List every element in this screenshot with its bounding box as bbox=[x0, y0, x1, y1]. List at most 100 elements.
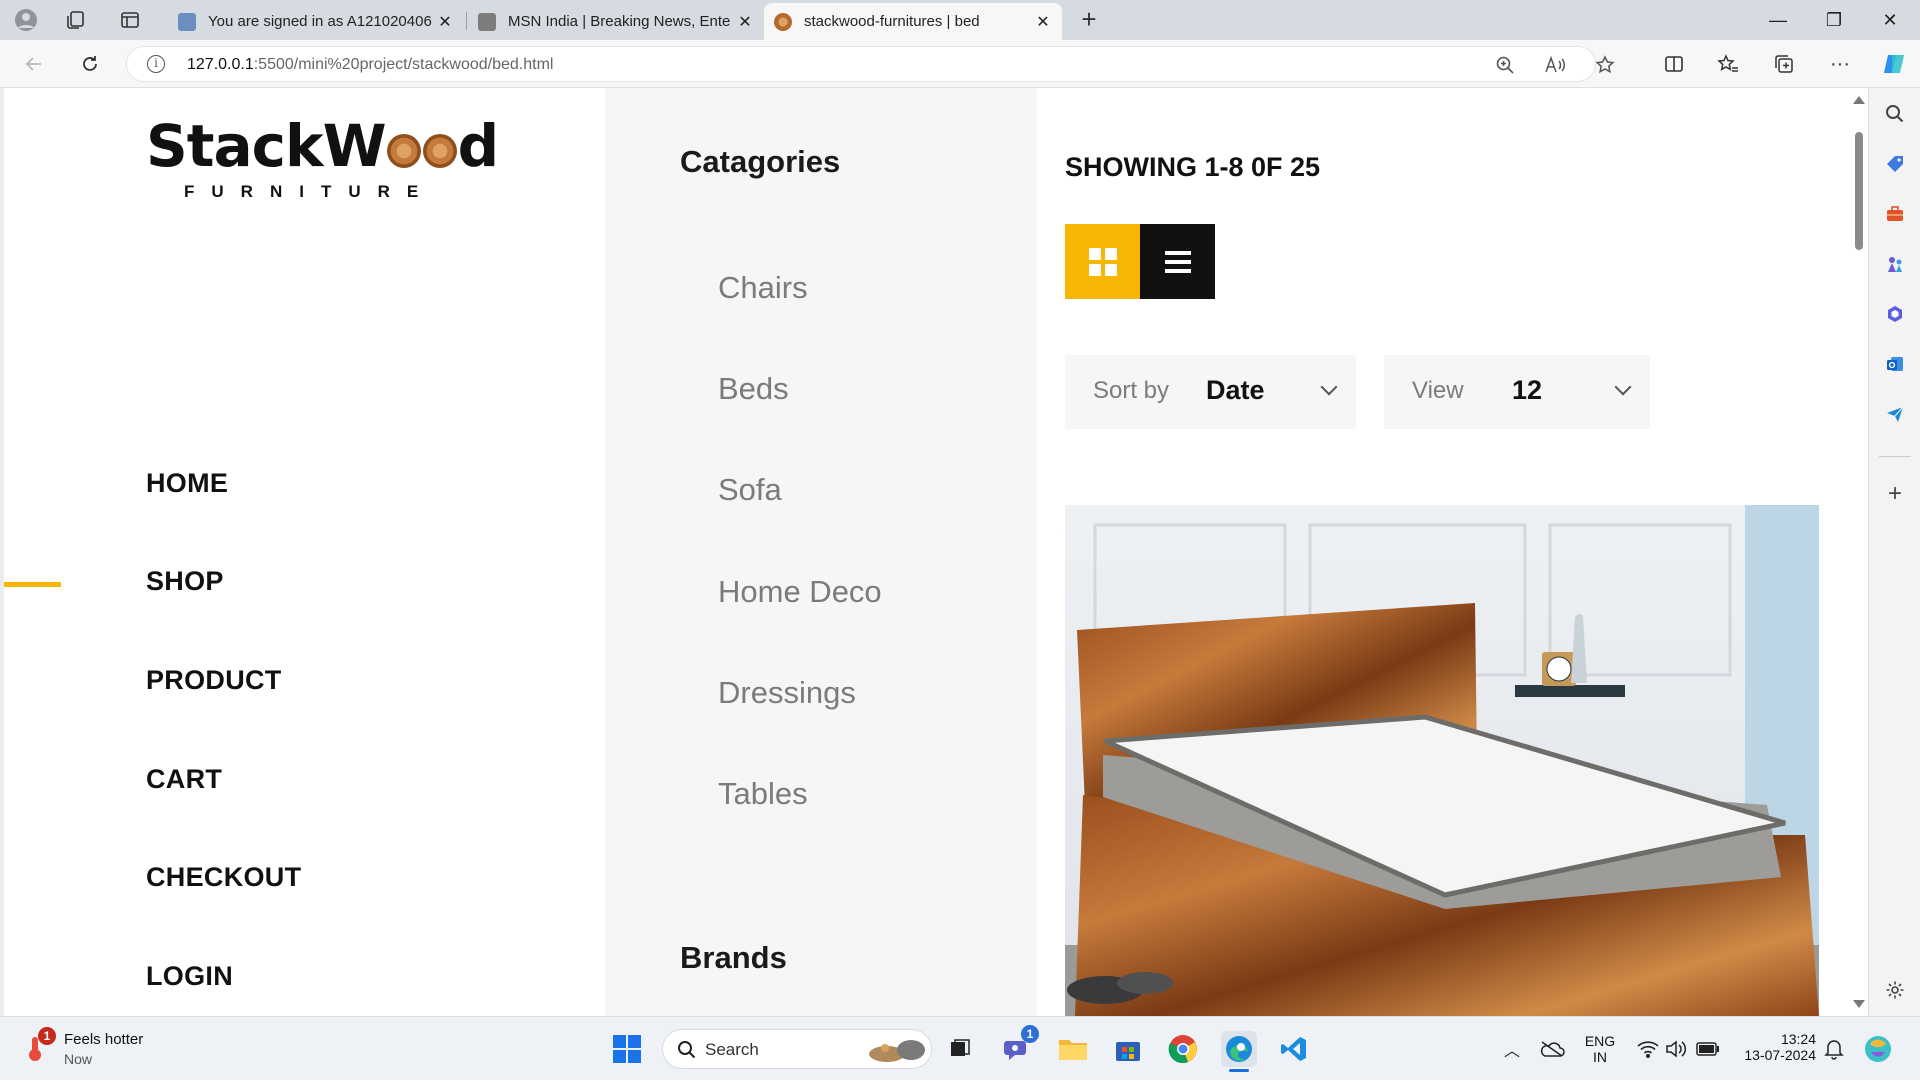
nav-shop[interactable]: SHOP bbox=[146, 566, 224, 597]
stackwood-logo[interactable]: StackW d FURNITURE bbox=[146, 112, 499, 202]
weather-title: Feels hotter bbox=[64, 1031, 144, 1048]
category-chairs[interactable]: Chairs bbox=[718, 270, 808, 306]
brands-heading: Brands bbox=[680, 940, 787, 975]
wood-log-icon bbox=[422, 134, 457, 168]
clock-date: 13-07-2024 bbox=[1744, 1047, 1816, 1063]
logo-subtitle: FURNITURE bbox=[184, 182, 436, 201]
drop-send-icon[interactable] bbox=[1883, 402, 1907, 426]
list-view-button[interactable] bbox=[1140, 224, 1215, 299]
nav-cart[interactable]: CART bbox=[146, 764, 222, 795]
show-hidden-icons-chevron-up-icon[interactable]: ︿ bbox=[1494, 1031, 1530, 1067]
clock-time: 13:24 bbox=[1780, 1031, 1816, 1047]
vertical-tabs-icon[interactable] bbox=[116, 6, 144, 34]
search-placeholder: Search bbox=[705, 1040, 759, 1059]
search-highlight-image bbox=[869, 1040, 925, 1062]
category-tables[interactable]: Tables bbox=[718, 776, 808, 812]
search-icon bbox=[678, 1041, 696, 1059]
edge-icon[interactable] bbox=[1221, 1031, 1257, 1072]
tab-separator bbox=[466, 12, 467, 30]
battery-icon[interactable] bbox=[1690, 1031, 1726, 1067]
favorites-icon[interactable] bbox=[1714, 50, 1742, 78]
scroll-down-arrow-icon[interactable] bbox=[1853, 1000, 1865, 1008]
volume-icon[interactable] bbox=[1658, 1031, 1694, 1067]
view-value: 12 bbox=[1512, 375, 1543, 405]
scrollbar-thumb[interactable] bbox=[1855, 132, 1863, 250]
category-sofa[interactable]: Sofa bbox=[718, 472, 782, 508]
games-icon[interactable] bbox=[1883, 252, 1907, 276]
chrome-icon[interactable] bbox=[1165, 1031, 1201, 1067]
tab-title: You are signed in as A121020406 bbox=[208, 13, 432, 30]
maximize-button[interactable]: ❐ bbox=[1806, 0, 1862, 40]
tab-favicon bbox=[478, 12, 496, 31]
nav-checkout[interactable]: CHECKOUT bbox=[146, 862, 301, 893]
product-image-bed[interactable] bbox=[1065, 505, 1819, 1016]
sort-value: Date bbox=[1206, 375, 1265, 405]
category-beds[interactable]: Beds bbox=[718, 371, 789, 407]
add-sidebar-app-icon[interactable]: + bbox=[1883, 480, 1907, 507]
category-home-deco[interactable]: Home Deco bbox=[718, 574, 882, 610]
sort-select[interactable]: Sort by Date bbox=[1065, 355, 1356, 429]
view-count-select[interactable]: View 12 bbox=[1384, 355, 1650, 429]
sidebar-settings-gear-icon[interactable] bbox=[1883, 978, 1907, 1002]
profile-icon[interactable] bbox=[12, 6, 40, 34]
address-bar[interactable]: i 127.0.0.1:5500/mini%20project/stackwoo… bbox=[126, 46, 1615, 82]
shopping-tag-icon[interactable] bbox=[1883, 152, 1907, 176]
tab-close-icon[interactable]: ✕ bbox=[736, 12, 754, 32]
chevron-down-icon bbox=[1320, 378, 1338, 396]
zoom-icon[interactable] bbox=[1493, 53, 1517, 77]
close-window-button[interactable]: ✕ bbox=[1862, 0, 1918, 40]
windows-taskbar: 1 Feels hotter Now Search 1 ︿ ENG IN 13:… bbox=[0, 1016, 1920, 1080]
tab-stackwood-active[interactable]: stackwood-furnitures | bed ✕ bbox=[764, 3, 1062, 40]
file-explorer-icon[interactable] bbox=[1055, 1031, 1091, 1067]
tab-favicon bbox=[178, 12, 196, 31]
back-button[interactable] bbox=[18, 48, 50, 80]
split-screen-icon[interactable] bbox=[1660, 50, 1688, 78]
microsoft-365-icon[interactable] bbox=[1883, 302, 1907, 326]
vscode-icon[interactable] bbox=[1276, 1031, 1312, 1067]
nav-login[interactable]: LOGIN bbox=[146, 961, 233, 992]
site-info-icon[interactable]: i bbox=[147, 55, 165, 73]
edge-sidebar: + bbox=[1868, 88, 1920, 1018]
view-label: View bbox=[1412, 377, 1464, 404]
copilot-taskbar-icon[interactable] bbox=[1860, 1031, 1896, 1067]
tab-close-icon[interactable]: ✕ bbox=[1034, 12, 1052, 32]
start-button[interactable] bbox=[609, 1031, 645, 1067]
outlook-icon[interactable] bbox=[1883, 352, 1907, 376]
tab-close-icon[interactable]: ✕ bbox=[436, 12, 454, 32]
notifications-bell-icon[interactable] bbox=[1816, 1031, 1852, 1067]
nav-product[interactable]: PRODUCT bbox=[146, 665, 282, 696]
nav-home[interactable]: HOME bbox=[146, 468, 228, 499]
teams-chat-icon[interactable]: 1 bbox=[999, 1025, 1039, 1067]
favorite-star-icon[interactable] bbox=[1593, 53, 1617, 77]
search-icon[interactable] bbox=[1883, 102, 1907, 126]
read-aloud-icon[interactable] bbox=[1543, 53, 1567, 77]
workspaces-icon[interactable] bbox=[62, 6, 90, 34]
grid-icon bbox=[1088, 247, 1117, 276]
minimize-button[interactable]: — bbox=[1750, 0, 1806, 40]
onedrive-offline-icon[interactable] bbox=[1534, 1031, 1570, 1067]
language-indicator[interactable]: ENG IN bbox=[1582, 1033, 1618, 1065]
results-count: SHOWING 1-8 0F 25 bbox=[1065, 152, 1321, 182]
new-tab-button[interactable]: + bbox=[1074, 5, 1104, 35]
grid-view-button[interactable] bbox=[1065, 224, 1140, 299]
url-text[interactable]: 127.0.0.1:5500/mini%20project/stackwood/… bbox=[187, 56, 553, 74]
chevron-down-icon bbox=[1614, 378, 1632, 396]
page-scrollbar[interactable] bbox=[1850, 88, 1868, 1016]
category-dressings[interactable]: Dressings bbox=[718, 675, 856, 711]
weather-subtitle: Now bbox=[64, 1051, 93, 1067]
clock[interactable]: 13:24 13-07-2024 bbox=[1736, 1031, 1816, 1063]
microsoft-store-icon[interactable] bbox=[1110, 1031, 1146, 1067]
tools-briefcase-icon[interactable] bbox=[1883, 202, 1907, 226]
taskbar-search[interactable]: Search bbox=[662, 1029, 932, 1069]
logo-wordmark: StackW d bbox=[146, 112, 499, 180]
tab-title: MSN India | Breaking News, Ente bbox=[508, 13, 731, 30]
copilot-icon[interactable] bbox=[1880, 50, 1908, 78]
scroll-up-arrow-icon[interactable] bbox=[1853, 96, 1865, 104]
collections-icon[interactable] bbox=[1770, 50, 1798, 78]
tab-signed-in[interactable]: You are signed in as A121020406 ✕ bbox=[168, 3, 464, 40]
more-options-icon[interactable]: ··· bbox=[1826, 50, 1854, 78]
refresh-button[interactable] bbox=[74, 48, 106, 80]
active-nav-indicator bbox=[4, 582, 61, 587]
tab-msn[interactable]: MSN India | Breaking News, Ente ✕ bbox=[468, 3, 764, 40]
task-view-icon[interactable] bbox=[942, 1031, 978, 1067]
